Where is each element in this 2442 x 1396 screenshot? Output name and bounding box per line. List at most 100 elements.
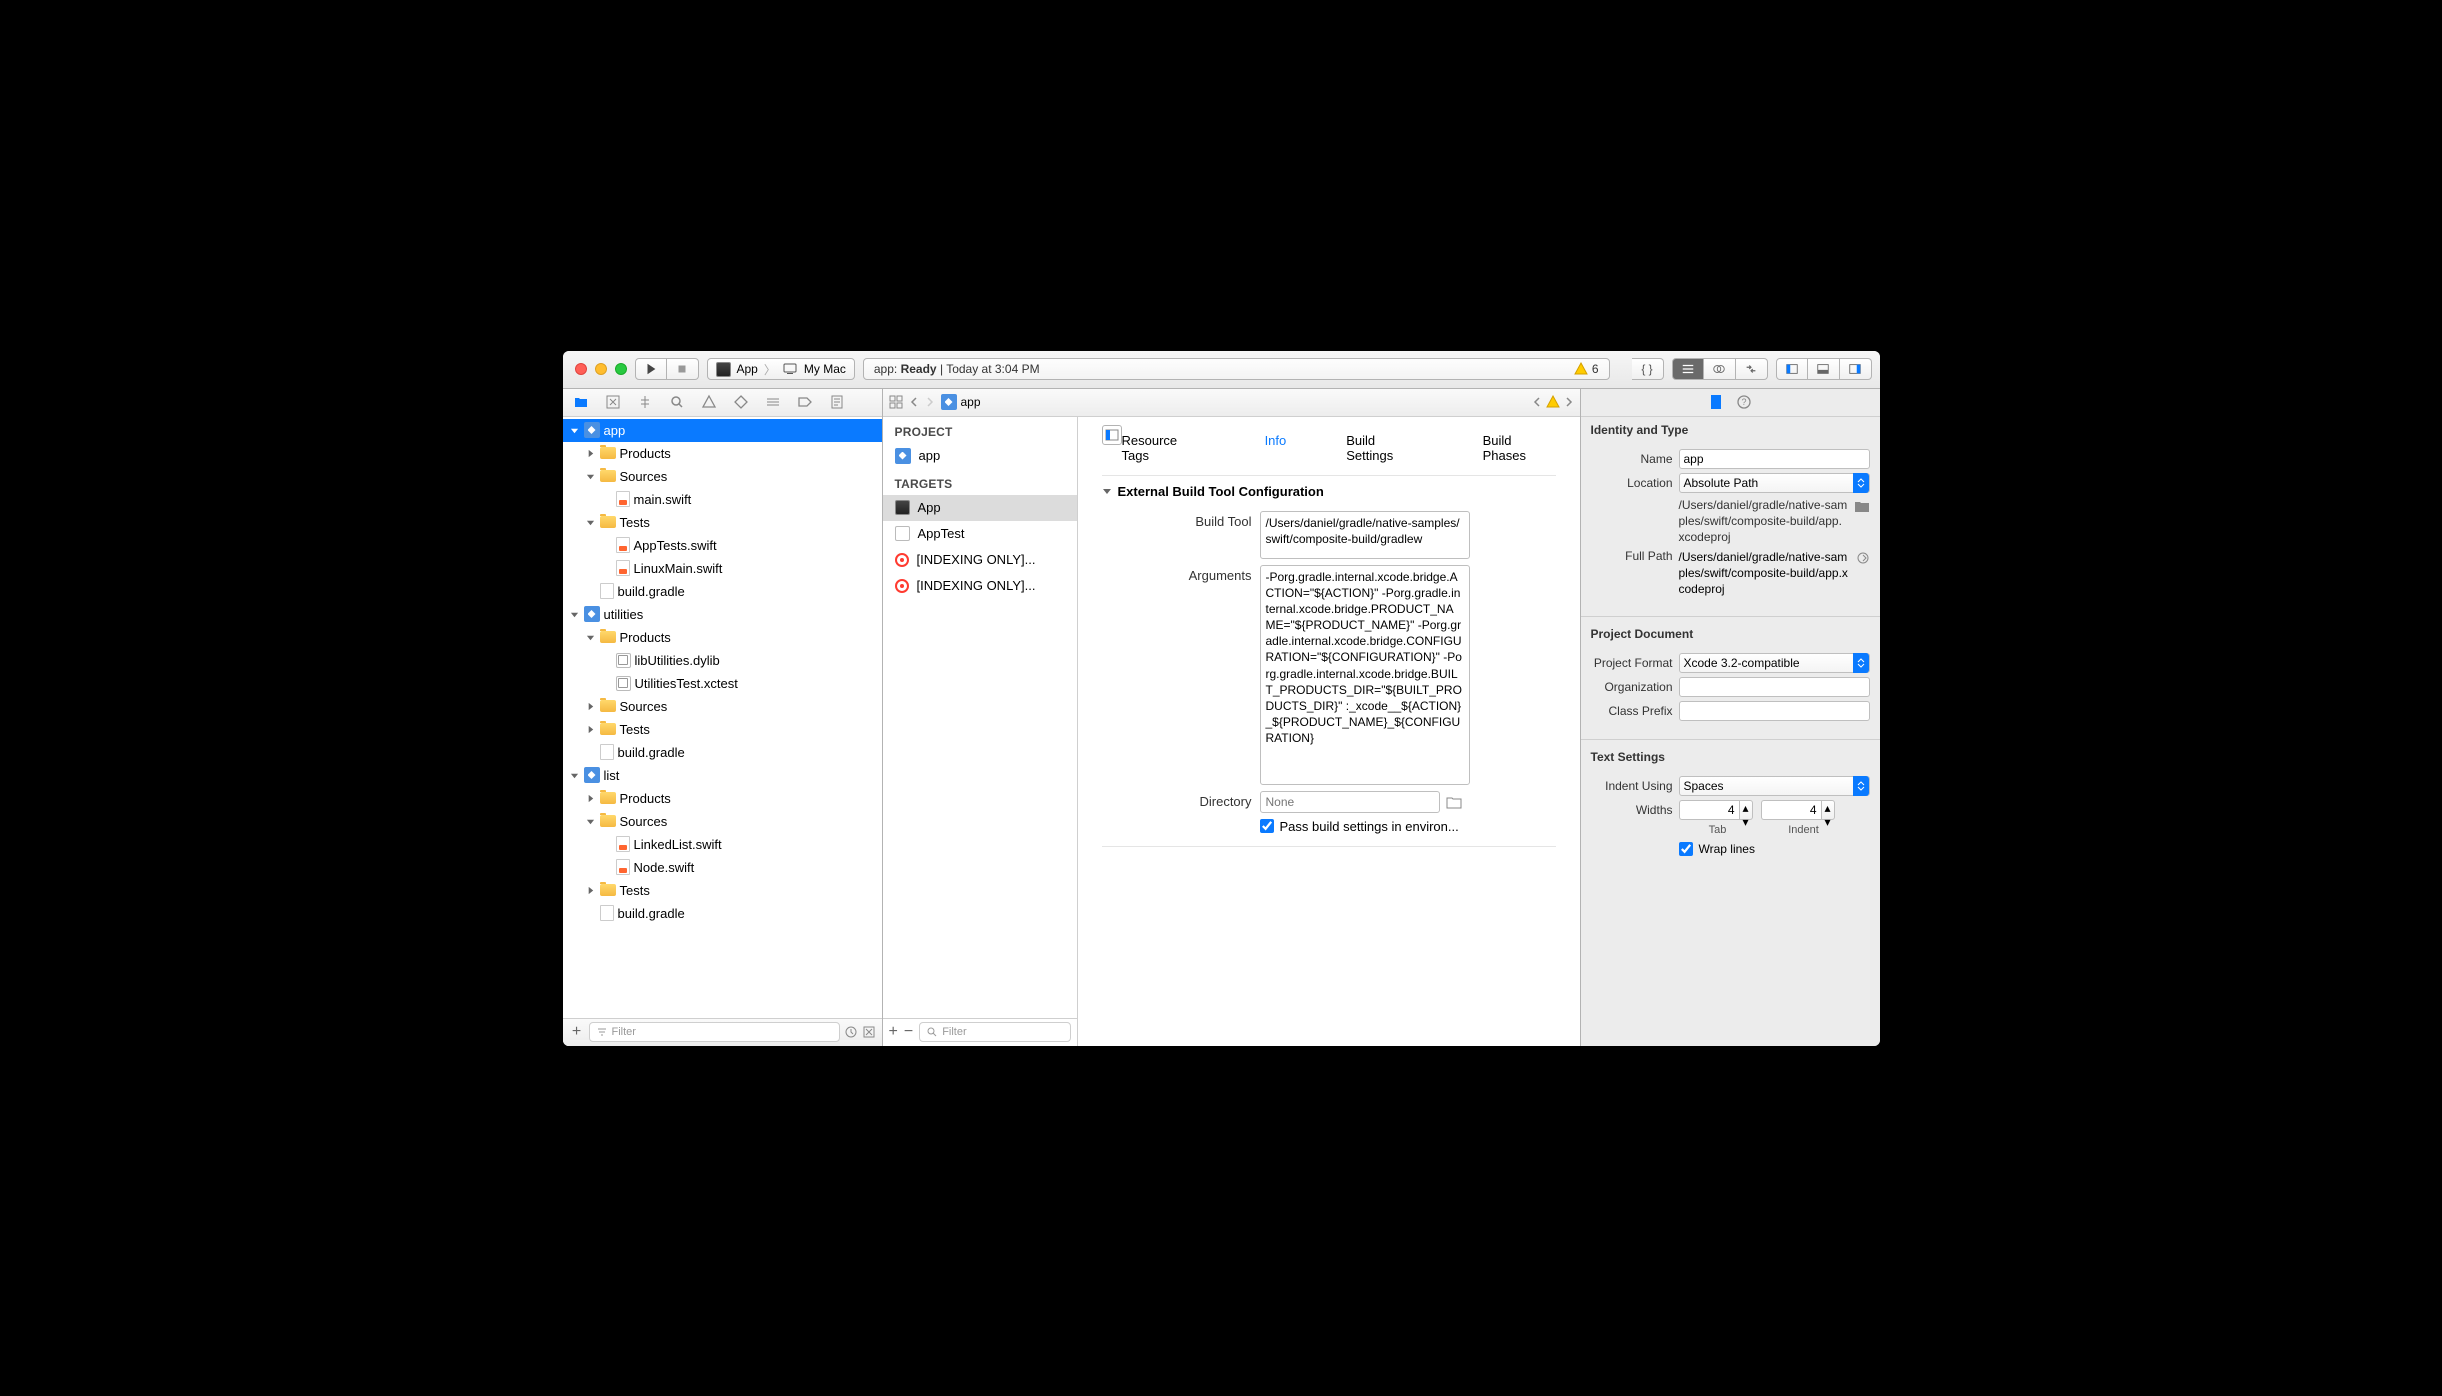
tree-row[interactable]: app bbox=[563, 419, 882, 442]
arguments-field[interactable]: -Porg.gradle.internal.xcode.bridge.ACTIO… bbox=[1260, 565, 1470, 785]
zoom-window[interactable] bbox=[615, 363, 627, 375]
debug-navigator-tab[interactable] bbox=[759, 391, 787, 413]
class-prefix-field[interactable] bbox=[1679, 701, 1870, 721]
file-inspector-tab[interactable] bbox=[1708, 394, 1724, 410]
wrap-lines-checkbox[interactable] bbox=[1679, 842, 1693, 856]
tree-item-label: Tests bbox=[620, 883, 650, 898]
targets-filter[interactable]: Filter bbox=[919, 1022, 1070, 1042]
forward-icon[interactable] bbox=[925, 397, 935, 407]
symbol-navigator-tab[interactable] bbox=[631, 391, 659, 413]
tab-resource-tags[interactable]: Resource Tags bbox=[1122, 433, 1205, 463]
toggle-debug[interactable] bbox=[1808, 358, 1840, 380]
tree-row[interactable]: LinuxMain.swift bbox=[563, 557, 882, 580]
report-navigator-tab[interactable] bbox=[823, 391, 851, 413]
tree-row[interactable]: Products bbox=[563, 626, 882, 649]
location-select[interactable]: Absolute Path bbox=[1679, 473, 1870, 493]
project-item[interactable]: app bbox=[883, 443, 1077, 469]
recent-icon[interactable] bbox=[844, 1025, 858, 1039]
organization-field[interactable] bbox=[1679, 677, 1870, 697]
breadcrumb[interactable]: app bbox=[941, 394, 981, 410]
standard-editor-button[interactable] bbox=[1672, 358, 1704, 380]
tree-row[interactable]: Products bbox=[563, 787, 882, 810]
tree-row[interactable]: main.swift bbox=[563, 488, 882, 511]
help-inspector-tab[interactable]: ? bbox=[1736, 394, 1752, 410]
tree-row[interactable]: LinkedList.swift bbox=[563, 833, 882, 856]
add-button[interactable]: + bbox=[569, 1023, 585, 1041]
tab-info[interactable]: Info bbox=[1265, 433, 1287, 463]
tab-build-settings[interactable]: Build Settings bbox=[1346, 433, 1422, 463]
tree-row[interactable]: build.gradle bbox=[563, 902, 882, 925]
tree-item-label: Tests bbox=[620, 722, 650, 737]
tree-item-label: Products bbox=[620, 791, 671, 806]
back-icon[interactable] bbox=[909, 397, 919, 407]
target-item[interactable]: [INDEXING ONLY]... bbox=[883, 547, 1077, 573]
tag-icon bbox=[797, 394, 813, 410]
proj-format-select[interactable]: Xcode 3.2-compatible bbox=[1679, 653, 1870, 673]
tree-row[interactable]: list bbox=[563, 764, 882, 787]
tree-row[interactable]: build.gradle bbox=[563, 741, 882, 764]
project-tree[interactable]: appProductsSourcesmain.swiftTestsAppTest… bbox=[563, 417, 882, 1018]
tree-row[interactable]: Tests bbox=[563, 879, 882, 902]
updown-icon bbox=[1857, 658, 1865, 668]
scheme-selector[interactable]: App 〉 My Mac bbox=[707, 358, 855, 380]
folder-picker-icon[interactable] bbox=[1854, 499, 1870, 513]
location-label: Location bbox=[1591, 476, 1673, 490]
directory-field[interactable] bbox=[1260, 791, 1440, 813]
minimize-window[interactable] bbox=[595, 363, 607, 375]
next-icon[interactable] bbox=[1564, 397, 1574, 407]
reveal-icon[interactable] bbox=[1856, 551, 1870, 565]
code-review-button[interactable]: { } bbox=[1632, 358, 1664, 380]
build-tool-field[interactable]: /Users/daniel/gradle/native-samples/swif… bbox=[1260, 511, 1470, 559]
tab-width-stepper[interactable]: ▴▾ bbox=[1679, 800, 1753, 820]
issue-indicator[interactable]: 6 bbox=[1574, 362, 1599, 376]
tab-build-phases[interactable]: Build Phases bbox=[1483, 433, 1556, 463]
warning-icon[interactable] bbox=[1546, 395, 1560, 409]
folder-icon bbox=[600, 884, 616, 896]
project-navigator-tab[interactable] bbox=[567, 391, 595, 413]
activity-viewer[interactable]: app: Ready | Today at 3:04 PM 6 bbox=[863, 358, 1610, 380]
add-target-button[interactable]: + bbox=[889, 1023, 898, 1041]
tree-row[interactable]: libUtilities.dylib bbox=[563, 649, 882, 672]
section-header[interactable]: External Build Tool Configuration bbox=[1102, 484, 1556, 499]
prev-icon[interactable] bbox=[1532, 397, 1542, 407]
breakpoint-navigator-tab[interactable] bbox=[791, 391, 819, 413]
find-navigator-tab[interactable] bbox=[663, 391, 691, 413]
search-icon bbox=[669, 394, 685, 410]
run-button[interactable] bbox=[635, 358, 667, 380]
navigator-filter[interactable]: Filter bbox=[589, 1022, 840, 1042]
filter-icon bbox=[926, 1026, 938, 1038]
source-control-tab[interactable] bbox=[599, 391, 627, 413]
tree-row[interactable]: Sources bbox=[563, 465, 882, 488]
tree-item-label: LinuxMain.swift bbox=[634, 561, 723, 576]
tree-row[interactable]: Node.swift bbox=[563, 856, 882, 879]
scm-status-icon[interactable] bbox=[862, 1025, 876, 1039]
toggle-navigator[interactable] bbox=[1776, 358, 1808, 380]
pass-env-checkbox[interactable] bbox=[1260, 819, 1274, 833]
tree-row[interactable]: Sources bbox=[563, 810, 882, 833]
name-field[interactable] bbox=[1679, 449, 1870, 469]
tree-row[interactable]: Tests bbox=[563, 718, 882, 741]
tree-row[interactable]: Sources bbox=[563, 695, 882, 718]
target-item[interactable]: App bbox=[883, 495, 1077, 521]
folder-picker-icon[interactable] bbox=[1446, 795, 1462, 809]
assistant-editor-button[interactable] bbox=[1704, 358, 1736, 380]
stop-button[interactable] bbox=[667, 358, 699, 380]
toggle-targets-sidebar[interactable] bbox=[1102, 425, 1122, 445]
test-navigator-tab[interactable] bbox=[727, 391, 755, 413]
toggle-inspector[interactable] bbox=[1840, 358, 1872, 380]
tree-row[interactable]: AppTests.swift bbox=[563, 534, 882, 557]
tree-row[interactable]: Products bbox=[563, 442, 882, 465]
tree-row[interactable]: build.gradle bbox=[563, 580, 882, 603]
indent-using-select[interactable]: Spaces bbox=[1679, 776, 1870, 796]
target-item[interactable]: AppTest bbox=[883, 521, 1077, 547]
indent-width-stepper[interactable]: ▴▾ bbox=[1761, 800, 1835, 820]
issue-navigator-tab[interactable] bbox=[695, 391, 723, 413]
tree-row[interactable]: UtilitiesTest.xctest bbox=[563, 672, 882, 695]
close-window[interactable] bbox=[575, 363, 587, 375]
tree-row[interactable]: utilities bbox=[563, 603, 882, 626]
related-items-icon[interactable] bbox=[889, 395, 903, 409]
version-editor-button[interactable] bbox=[1736, 358, 1768, 380]
remove-target-button[interactable]: − bbox=[904, 1023, 913, 1041]
target-item[interactable]: [INDEXING ONLY]... bbox=[883, 573, 1077, 599]
tree-row[interactable]: Tests bbox=[563, 511, 882, 534]
